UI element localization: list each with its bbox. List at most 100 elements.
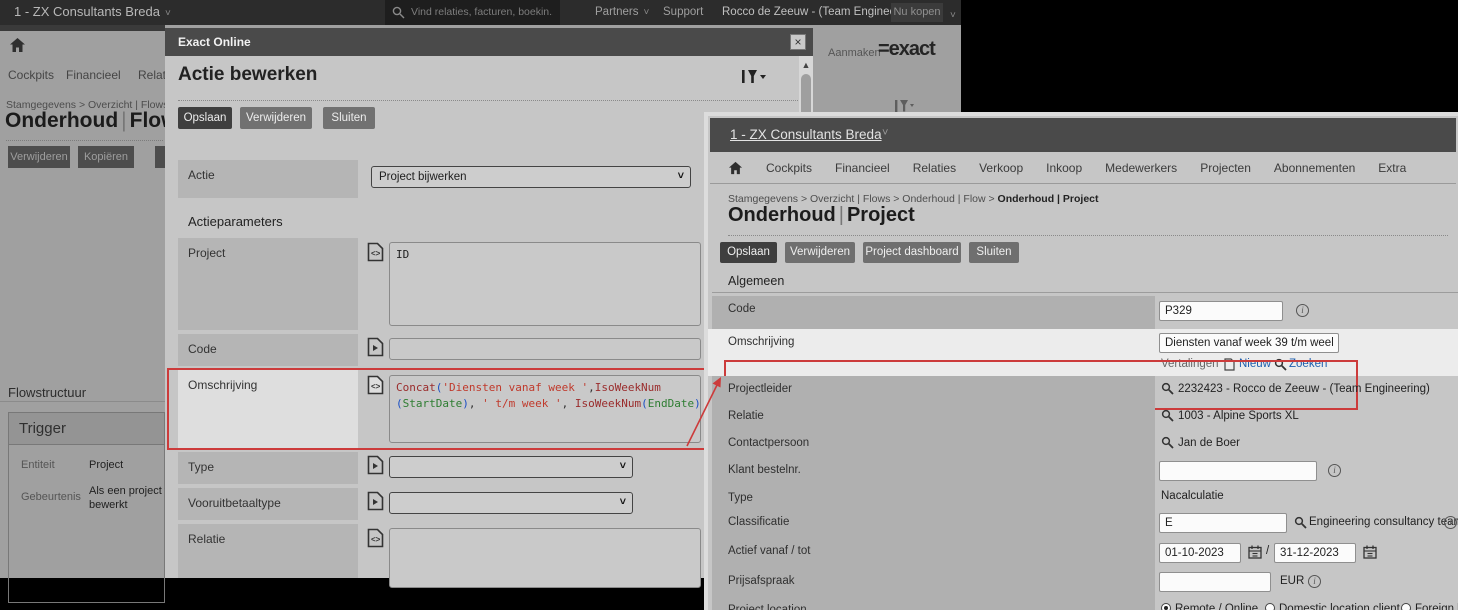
verwijderen-button[interactable]: Verwijderen <box>785 242 855 263</box>
company-selector[interactable]: 1 - ZX Consultants Breda <box>14 4 171 19</box>
search-icon[interactable] <box>1161 409 1174 422</box>
classificatie-input[interactable] <box>1159 513 1287 533</box>
prijsafspraak-input[interactable] <box>1159 572 1271 592</box>
close-icon[interactable]: × <box>790 34 806 50</box>
search-input[interactable] <box>411 3 553 21</box>
gebeurtenis-value-line2: bewerkt <box>89 499 128 511</box>
dialog-title: Exact Online <box>178 35 251 49</box>
separator <box>178 100 798 101</box>
home-icon[interactable] <box>9 37 26 53</box>
field-label: Code <box>728 303 756 315</box>
search-icon[interactable] <box>1161 436 1174 449</box>
location-radio-remote[interactable]: Remote / Online <box>1161 602 1258 610</box>
info-icon[interactable]: i <box>1308 575 1321 588</box>
calendar-icon[interactable] <box>1248 545 1262 559</box>
projectleider-value[interactable]: 2232423 - Rocco de Zeeuw - (Team Enginee… <box>1178 383 1430 395</box>
home-icon[interactable] <box>728 161 743 175</box>
value-field-icon <box>367 455 384 475</box>
buy-now-button[interactable]: Nu kopen <box>891 3 943 22</box>
support-link[interactable]: Support <box>663 6 703 18</box>
vooruitbetaaltype-select[interactable]: ˅ <box>389 492 633 514</box>
actie-label-cell: Actie <box>178 160 358 198</box>
relatie-label-cell: Relatie <box>178 524 358 578</box>
section-heading: Algemeen <box>728 274 784 288</box>
opslaan-button[interactable]: Opslaan <box>720 242 777 263</box>
kopieren-button[interactable]: Kopiëren <box>78 146 134 168</box>
location-radio-domestic[interactable]: Domestic location client <box>1265 602 1400 610</box>
trigger-header[interactable]: Trigger <box>9 413 164 445</box>
row-relatie: Relatie 1003 - Alpine Sports XL <box>708 403 1458 430</box>
tools-menu-icon[interactable] <box>741 69 767 85</box>
sluiten-button[interactable]: Sluiten <box>969 242 1019 263</box>
nav-cockpits[interactable]: Cockpits <box>8 68 54 82</box>
search-icon[interactable] <box>1161 382 1174 395</box>
chevron-down-icon <box>160 4 171 19</box>
row-type: Type Nacalculatie <box>708 485 1458 509</box>
chevron-down-icon <box>638 6 649 18</box>
scroll-up-icon[interactable]: ▲ <box>799 58 813 72</box>
project-expression-input[interactable]: ID <box>389 242 701 326</box>
nav-cockpits[interactable]: Cockpits <box>766 161 812 175</box>
code-input[interactable] <box>1159 301 1283 321</box>
nav-inkoop[interactable]: Inkoop <box>1046 161 1082 175</box>
verwijderen-button[interactable]: Verwijderen <box>240 107 312 129</box>
actief-tot-input[interactable] <box>1274 543 1356 563</box>
window-titlebar: 1 - ZX Consultants Breda ˅ <box>710 118 1456 152</box>
separator <box>6 140 163 141</box>
verwijderen-button[interactable]: Verwijderen <box>8 146 70 168</box>
radio-selected-icon[interactable] <box>1161 603 1171 610</box>
code-label-cell: Code <box>178 334 358 366</box>
nav-abonnementen[interactable]: Abonnementen <box>1274 161 1355 175</box>
nav-extra[interactable]: Extra <box>1378 161 1406 175</box>
relatie-value[interactable]: 1003 - Alpine Sports XL <box>1178 410 1299 422</box>
date-separator: / <box>1266 545 1269 557</box>
klant-bestelnr-input[interactable] <box>1159 461 1317 481</box>
global-search[interactable] <box>385 0 560 25</box>
actief-vanaf-input[interactable] <box>1159 543 1241 563</box>
topbar: 1 - ZX Consultants Breda Partners Suppor… <box>0 0 961 25</box>
nav-verkoop[interactable]: Verkoop <box>979 161 1023 175</box>
company-selector[interactable]: 1 - ZX Consultants Breda <box>730 127 882 142</box>
nav-financieel[interactable]: Financieel <box>66 68 121 82</box>
field-label: Contactpersoon <box>728 437 809 449</box>
expression-field-icon: <> <box>367 528 384 548</box>
info-icon[interactable]: i <box>1328 464 1341 477</box>
info-icon[interactable]: i <box>1444 516 1457 529</box>
button-stub[interactable] <box>155 146 165 168</box>
classificatie-lookup-value[interactable]: Engineering consultancy team <box>1309 516 1458 528</box>
nav-relaties[interactable]: Relaties <box>913 161 956 175</box>
opslaan-button[interactable]: Opslaan <box>178 107 232 129</box>
chevron-down-icon[interactable] <box>945 5 956 23</box>
partners-menu[interactable]: Partners <box>595 6 649 18</box>
topbar-substrip <box>0 25 165 31</box>
omschrijving-input[interactable] <box>1159 333 1339 353</box>
row-contactpersoon: Contactpersoon Jan de Boer <box>708 430 1458 457</box>
field-label: Actief vanaf / tot <box>728 545 810 557</box>
chevron-down-icon: ˅ <box>678 170 684 182</box>
type-select[interactable]: ˅ <box>389 456 633 478</box>
nav-projecten[interactable]: Projecten <box>1200 161 1251 175</box>
actie-select[interactable]: Project bijwerken˅ <box>371 166 691 188</box>
nav-financieel[interactable]: Financieel <box>835 161 890 175</box>
annotation-red-box <box>167 368 710 450</box>
nav-medewerkers[interactable]: Medewerkers <box>1105 161 1177 175</box>
entiteit-value: Project <box>89 459 123 471</box>
form-rows: Code i Omschrijving Vertalingen Nieuw Zo… <box>708 296 1458 610</box>
row-klant-bestelnr: Klant bestelnr. i <box>708 457 1458 485</box>
location-radio-foreign[interactable]: Foreign location clien <box>1401 602 1458 610</box>
row-project-location: Project location Remote / Online Domesti… <box>708 597 1458 610</box>
project-dashboard-button[interactable]: Project dashboard <box>863 242 961 263</box>
page-title: Onderhoud|Project <box>728 204 915 227</box>
calendar-icon[interactable] <box>1363 545 1377 559</box>
sluiten-button[interactable]: Sluiten <box>323 107 375 129</box>
radio-icon[interactable] <box>1401 603 1411 610</box>
code-input[interactable] <box>389 338 701 360</box>
aanmaken-label[interactable]: Aanmaken <box>828 47 881 59</box>
contactpersoon-value[interactable]: Jan de Boer <box>1178 437 1240 449</box>
search-icon[interactable] <box>1294 516 1307 529</box>
user-menu[interactable]: Rocco de Zeeuw - (Team Engineering) <box>722 6 919 18</box>
relatie-expression-input[interactable] <box>389 528 701 588</box>
radio-icon[interactable] <box>1265 603 1275 610</box>
field-label: Project location <box>728 604 807 610</box>
info-icon[interactable]: i <box>1296 304 1309 317</box>
